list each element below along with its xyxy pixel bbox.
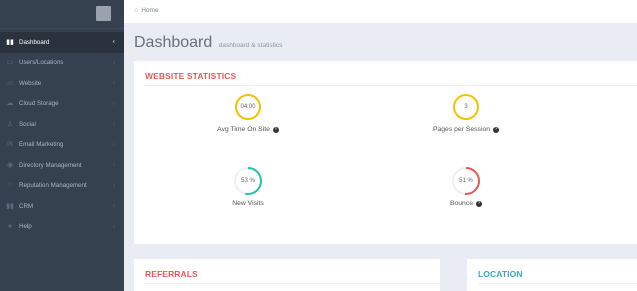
breadcrumb-home-link[interactable]: Home [141, 7, 158, 14]
stat-value: 53 % [241, 178, 255, 184]
stat-pages-per-session: 3 Pages per Session › [396, 94, 536, 133]
location-panel: LOCATION [467, 259, 637, 291]
panel-divider [145, 283, 440, 284]
sidebar-item-label: Reputation Management [19, 182, 87, 190]
page-title-block: Dashboard dashboard & statistics [134, 34, 282, 52]
sidebar-item-label: Email Marketing [19, 141, 64, 149]
sidebar-item-label: Dashboard [19, 38, 50, 46]
sidebar-item-social[interactable]: ♙ Social ‹ [0, 114, 124, 135]
stat-label-wrap: Avg Time On Site › [178, 126, 318, 133]
sidebar-divider [0, 28, 124, 29]
panel-divider [478, 283, 637, 284]
sidebar-item-label: Help [19, 223, 32, 231]
stat-label: New Visits [232, 200, 264, 207]
stat-label: Bounce [449, 200, 474, 207]
stat-circle: 3 [453, 94, 479, 120]
envelope-icon: ✉ [7, 141, 13, 149]
sidebar-item-help[interactable]: ● Help ‹ [0, 217, 124, 238]
cloud-icon: ☁ [6, 100, 14, 108]
home-icon: ⌂ [134, 7, 139, 14]
chevron-left-icon: ‹ [112, 100, 115, 108]
sidebar-item-label: Website [19, 79, 42, 87]
chevron-left-icon: ‹ [112, 59, 115, 67]
chevron-left-icon: ‹ [112, 182, 115, 190]
sidebar-item-directory-management[interactable]: ◉ Directory Management ‹ [0, 155, 124, 176]
breadcrumb-bar: ⌂ Home [124, 0, 637, 23]
sidebar-item-cloud-storage[interactable]: ☁ Cloud Storage ‹ [0, 94, 124, 115]
folder-icon: ▭ [6, 59, 14, 67]
sidebar: ▮▮ Dashboard ‹ ▭ Users/Locations ‹ ▱ Web… [0, 0, 124, 291]
sidebar-item-dashboard[interactable]: ▮▮ Dashboard ‹ [0, 32, 124, 53]
star-icon: ☆ [6, 182, 14, 190]
panel-title: REFERRALS [145, 269, 198, 279]
sidebar-item-users-locations[interactable]: ▭ Users/Locations ‹ [0, 53, 124, 74]
sidebar-item-label: CRM [19, 202, 34, 210]
stat-value: 51 % [459, 178, 473, 184]
stat-label-wrap: Pages per Session › [396, 126, 536, 133]
referrals-panel: REFERRALS [134, 259, 440, 291]
stat-avg-time-on-site: 04:00 Avg Time On Site › [178, 94, 318, 133]
chevron-left-icon: ‹ [112, 141, 115, 149]
stat-label: Pages per Session [432, 126, 491, 133]
stat-label-wrap: New Visits [178, 200, 318, 207]
info-icon[interactable]: › [476, 200, 483, 207]
sidebar-item-label: Cloud Storage [19, 100, 59, 108]
sidebar-item-label: Directory Management [19, 161, 82, 169]
chart-icon: ▮▮ [6, 202, 14, 210]
chevron-left-icon: ‹ [112, 79, 115, 87]
chevron-left-icon: ‹ [112, 202, 115, 210]
sidebar-toggle-icon[interactable] [96, 6, 111, 21]
sidebar-item-email-marketing[interactable]: ✉ Email Marketing ‹ [0, 135, 124, 156]
info-icon[interactable]: › [272, 126, 279, 133]
chevron-left-icon: ‹ [112, 223, 115, 231]
panel-title: WEBSITE STATISTICS [145, 71, 237, 81]
stat-label: Avg Time On Site [217, 126, 270, 133]
breadcrumb: ⌂ Home [134, 7, 159, 14]
page-subtitle: dashboard & statistics [218, 42, 283, 49]
stat-ring: 53 % [232, 165, 264, 197]
map-pin-icon: ◉ [6, 161, 14, 169]
help-icon: ● [7, 223, 13, 231]
chevron-left-icon: ‹ [112, 38, 115, 46]
info-icon[interactable]: › [493, 126, 500, 133]
sidebar-item-reputation-management[interactable]: ☆ Reputation Management ‹ [0, 176, 124, 197]
panel-title: LOCATION [478, 269, 523, 279]
sidebar-item-crm[interactable]: ▮▮ CRM ‹ [0, 196, 124, 217]
sidebar-item-website[interactable]: ▱ Website ‹ [0, 73, 124, 94]
sidebar-item-label: Social [19, 120, 36, 128]
page-title: Dashboard [134, 34, 213, 51]
sidebar-menu: ▮▮ Dashboard ‹ ▭ Users/Locations ‹ ▱ Web… [0, 32, 124, 237]
stat-ring: 51 % [450, 165, 482, 197]
folder-open-icon: ▱ [7, 79, 13, 87]
panel-divider [145, 85, 637, 86]
chevron-left-icon: ‹ [112, 120, 115, 128]
bar-chart-icon: ▮▮ [6, 38, 14, 46]
thumbs-up-icon: ♙ [6, 120, 14, 128]
chevron-left-icon: ‹ [112, 161, 115, 169]
stat-circle: 04:00 [235, 94, 261, 120]
sidebar-item-label: Users/Locations [19, 59, 64, 67]
stat-new-visits: 53 % New Visits [178, 165, 318, 207]
stat-bounce: 51 % Bounce › [396, 165, 536, 207]
stat-label-wrap: Bounce › [396, 200, 536, 207]
website-statistics-panel: WEBSITE STATISTICS 04:00 Avg Time On Sit… [134, 61, 637, 244]
